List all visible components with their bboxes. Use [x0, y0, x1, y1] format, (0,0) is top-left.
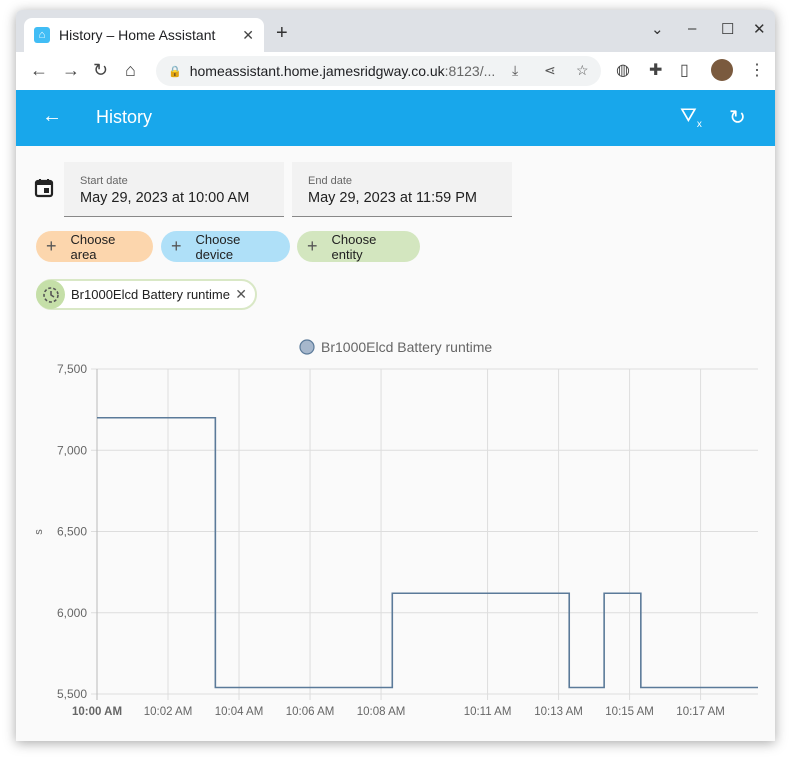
history-chart: Br1000Elcd Battery runtime 5,500 6,000 6,5… [33, 339, 758, 718]
x-tick-label: 10:15 AM [605, 706, 654, 718]
maximize-icon[interactable]: ☐ [721, 20, 734, 38]
close-tab-icon[interactable]: ✕ [242, 27, 254, 44]
install-icon[interactable]: ⤓ [512, 62, 518, 79]
forward-icon[interactable]: → [62, 60, 80, 81]
y-tick-label: 5,500 [57, 687, 87, 701]
x-tick-label: 10:06 AM [286, 706, 335, 718]
browser-toolbar: ← → ↻ ⌂ 🔒 homeassistant.home.jamesridgwa… [16, 52, 775, 90]
choose-device-button[interactable]: + Choose device [161, 231, 290, 262]
tab-title: History – Home Assistant [59, 27, 216, 43]
calendar-icon[interactable] [34, 178, 54, 198]
side-panel-icon[interactable]: ▯ [680, 60, 689, 80]
tab-search-icon[interactable]: ⌄ [651, 20, 664, 38]
lock-icon: 🔒 [168, 65, 182, 78]
y-tick-label: 6,000 [57, 606, 87, 620]
reload-icon[interactable]: ↻ [93, 60, 108, 81]
selected-entity-label: Br1000Elcd Battery runtime [71, 287, 230, 302]
back-arrow-icon[interactable]: ← [42, 105, 62, 128]
end-date-label: End date [308, 175, 353, 187]
choose-entity-label: Choose entity [331, 231, 377, 262]
chart-legend[interactable]: Br1000Elcd Battery runtime [299, 339, 492, 355]
new-tab-icon[interactable]: + [276, 22, 288, 45]
clear-filter-icon[interactable]: ⛛x [680, 105, 702, 130]
selected-entity-chip[interactable]: Br1000Elcd Battery runtime ✕ [36, 279, 257, 310]
start-date-field[interactable]: Start date May 29, 2023 at 10:00 AM [64, 162, 284, 217]
menu-kebab-icon[interactable]: ⋮ [749, 60, 765, 80]
y-tick-label: 6,500 [57, 525, 87, 539]
choose-entity-button[interactable]: + Choose entity [297, 231, 420, 262]
x-tick-label: 10:08 AM [357, 706, 406, 718]
back-icon[interactable]: ← [30, 60, 48, 81]
app-header: ← History ⛛x ↻ [16, 90, 775, 146]
remove-entity-icon[interactable]: ✕ [235, 286, 247, 303]
browser-window: ⌂ History – Home Assistant ✕ + ⌄ – ☐ ✕ ←… [16, 10, 775, 741]
x-tick-label: 10:11 AM [464, 706, 512, 718]
browser-tab[interactable]: ⌂ History – Home Assistant ✕ [24, 18, 264, 52]
end-date-value: May 29, 2023 at 11:59 PM [308, 190, 478, 206]
close-window-icon[interactable]: ✕ [753, 20, 766, 38]
y-axis-label: s [33, 529, 45, 535]
x-tick-label: 10:02 AM [144, 706, 193, 718]
legend-swatch [299, 339, 315, 355]
end-date-field[interactable]: End date May 29, 2023 at 11:59 PM [292, 162, 512, 217]
bookmark-star-icon[interactable]: ☆ [576, 62, 589, 79]
plus-icon: + [307, 236, 318, 256]
tab-strip: ⌂ History – Home Assistant ✕ + ⌄ – ☐ ✕ [16, 10, 775, 52]
page-title: History [96, 107, 153, 127]
extensions-puzzle-icon[interactable]: ✚ [649, 60, 662, 80]
x-tick-label: 10:17 AM [676, 706, 725, 718]
plus-icon: + [46, 236, 57, 256]
choose-area-button[interactable]: + Choose area [36, 231, 153, 262]
history-clock-icon [36, 280, 65, 309]
series-line[interactable] [97, 416, 758, 689]
choose-device-label: Choose device [195, 231, 241, 262]
x-tick-label: 10:13 AM [534, 706, 583, 718]
x-tick-label: 10:04 AM [215, 706, 264, 718]
url-rest: :8123/... [444, 63, 496, 79]
x-tick-label: 10:00 AM [72, 706, 122, 718]
refresh-icon[interactable]: ↻ [729, 105, 746, 130]
profile-avatar[interactable] [711, 59, 733, 81]
minimize-icon[interactable]: – [688, 20, 696, 37]
share-icon[interactable]: ⋖ [544, 62, 556, 79]
plus-icon: + [171, 236, 182, 256]
home-assistant-favicon-icon: ⌂ [34, 27, 50, 43]
start-date-label: Start date [80, 175, 128, 187]
extension-password-icon[interactable]: ◍ [616, 60, 630, 80]
home-icon[interactable]: ⌂ [125, 60, 136, 81]
legend-label: Br1000Elcd Battery runtime [321, 339, 492, 355]
address-bar[interactable]: 🔒 homeassistant.home.jamesridgway.co.uk:… [156, 56, 601, 86]
choose-area-label: Choose area [70, 231, 116, 262]
y-tick-label: 7,500 [57, 362, 87, 376]
y-tick-label: 7,000 [57, 443, 87, 457]
start-date-value: May 29, 2023 at 10:00 AM [80, 190, 250, 206]
url-host: homeassistant.home.jamesridgway.co.uk [189, 63, 445, 79]
